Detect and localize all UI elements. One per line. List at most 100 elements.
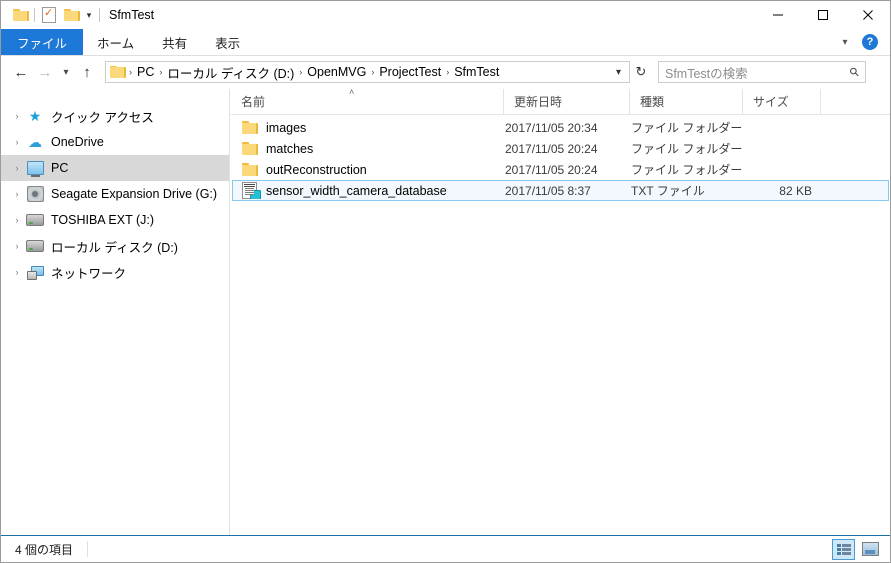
file-type: ファイル フォルダー <box>631 121 743 135</box>
forward-button[interactable]: → <box>33 60 57 84</box>
close-button[interactable] <box>845 1 890 29</box>
sort-ascending-icon: ˄ <box>349 87 355 97</box>
large-icons-view-icon <box>862 542 879 556</box>
external-drive-icon <box>25 186 45 202</box>
file-name-cell: images <box>233 121 505 135</box>
chevron-down-icon[interactable]: ▾ <box>836 37 854 48</box>
table-row[interactable]: images 2017/11/05 20:34 ファイル フォルダー <box>232 117 889 138</box>
file-name: matches <box>266 141 314 156</box>
chevron-right-icon[interactable]: › <box>9 111 25 121</box>
file-name: outReconstruction <box>266 162 367 177</box>
sidebar-item-quick-access[interactable]: › ★ クイック アクセス <box>1 103 229 129</box>
chevron-down-icon[interactable]: ▾ <box>608 67 629 78</box>
title-bar: ▾ SfmTest <box>1 1 890 29</box>
column-header-label: サイズ <box>753 95 789 109</box>
sidebar-item-label: PC <box>51 161 69 175</box>
recent-locations-icon[interactable]: ▾ <box>57 60 75 84</box>
column-header-label: 更新日時 <box>514 95 563 109</box>
network-icon <box>25 265 45 280</box>
tab-view[interactable]: 表示 <box>201 29 254 55</box>
refresh-icon[interactable]: ↻ <box>630 61 652 83</box>
chevron-right-icon[interactable]: › <box>9 241 25 251</box>
properties-icon[interactable] <box>38 4 60 26</box>
cloud-icon: ☁ <box>28 134 42 150</box>
status-divider <box>87 541 89 557</box>
sidebar-item-label: OneDrive <box>51 135 104 149</box>
back-button[interactable]: ← <box>9 60 33 84</box>
status-bar: 4 個の項目 <box>1 535 890 562</box>
file-explorer-window: ▾ SfmTest ファイル ホーム 共有 表示 ▾ ? ← → <box>0 0 891 563</box>
tab-file[interactable]: ファイル <box>1 29 84 55</box>
sidebar-item-network[interactable]: › ネットワーク <box>1 259 229 285</box>
drive-icon <box>25 214 45 226</box>
item-count-label: 4 個の項目 <box>15 542 74 557</box>
minimize-button[interactable] <box>755 1 800 29</box>
file-size: 82 KB <box>779 183 812 198</box>
breadcrumb-item-local-disk[interactable]: ローカル ディスク (D:) <box>163 63 298 82</box>
sidebar-item-seagate-expansion-drive[interactable]: › Seagate Expansion Drive (G:) <box>1 181 229 207</box>
search-placeholder: SfmTestの検索 <box>665 66 748 81</box>
toolbar-divider <box>99 8 100 22</box>
chevron-right-icon[interactable]: › <box>9 137 25 147</box>
toolbar-divider <box>34 8 35 22</box>
search-input[interactable]: SfmTestの検索 ⚲ <box>658 61 866 83</box>
explorer-body: › ★ クイック アクセス › ☁ OneDrive › PC › Seagat… <box>1 87 890 537</box>
chevron-right-icon[interactable]: › <box>9 189 25 199</box>
file-name: images <box>266 120 307 135</box>
details-view-icon <box>836 543 851 555</box>
column-header-name[interactable]: 名前 ˄ <box>231 87 504 114</box>
address-bar: ← → ▾ ↑ › PC › ローカル ディスク (D:) › OpenMVG … <box>1 56 890 88</box>
file-rows: images 2017/11/05 20:34 ファイル フォルダー match… <box>231 115 890 201</box>
folder-icon <box>110 65 126 79</box>
sidebar-item-label: Seagate Expansion Drive (G:) <box>51 187 218 201</box>
large-icons-view-button[interactable] <box>859 539 882 560</box>
help-icon[interactable]: ? <box>862 34 878 50</box>
up-button[interactable]: ↑ <box>75 60 99 84</box>
sidebar-item-label: ネットワーク <box>51 266 127 281</box>
file-date: 2017/11/05 8:37 <box>505 183 591 198</box>
file-list-pane: 名前 ˄ 更新日時 種類 サイズ images 2017/11/05 20:34… <box>231 87 890 537</box>
tab-home[interactable]: ホーム <box>83 29 148 55</box>
breadcrumb-item-pc[interactable]: PC <box>133 65 158 79</box>
file-name-cell: outReconstruction <box>233 163 505 177</box>
file-date: 2017/11/05 20:24 <box>505 141 598 156</box>
column-header-size[interactable]: サイズ <box>743 89 821 114</box>
folder-icon <box>242 163 260 176</box>
table-row[interactable]: matches 2017/11/05 20:24 ファイル フォルダー <box>232 138 889 159</box>
file-name-cell: sensor_width_camera_database <box>233 182 505 199</box>
chevron-right-icon[interactable]: › <box>9 267 25 277</box>
view-buttons <box>832 538 882 560</box>
quick-access-toolbar: ▾ SfmTest <box>1 1 154 29</box>
column-header-type[interactable]: 種類 <box>630 89 743 114</box>
breadcrumb-item-openmvg[interactable]: OpenMVG <box>303 65 370 79</box>
details-view-button[interactable] <box>832 538 855 560</box>
ribbon-right-controls: ▾ ? <box>836 29 884 55</box>
chevron-down-icon[interactable]: ▾ <box>82 10 96 21</box>
chevron-right-icon[interactable]: › <box>9 163 25 173</box>
file-name-cell: matches <box>233 142 505 156</box>
breadcrumb-item-projecttest[interactable]: ProjectTest <box>375 65 445 79</box>
table-row[interactable]: sensor_width_camera_database 2017/11/05 … <box>232 180 889 201</box>
table-row[interactable]: outReconstruction 2017/11/05 20:24 ファイル … <box>232 159 889 180</box>
star-icon: ★ <box>28 108 42 124</box>
file-type: ファイル フォルダー <box>631 163 743 177</box>
text-file-icon <box>242 182 261 199</box>
sidebar-item-pc[interactable]: › PC <box>1 155 229 181</box>
maximize-button[interactable] <box>800 1 845 29</box>
folder-icon[interactable] <box>9 4 31 26</box>
window-controls <box>755 1 890 29</box>
tab-share[interactable]: 共有 <box>148 29 201 55</box>
file-type: TXT ファイル <box>631 184 705 198</box>
sidebar-item-label: TOSHIBA EXT (J:) <box>51 213 155 227</box>
chevron-right-icon[interactable]: › <box>9 215 25 225</box>
window-title: SfmTest <box>109 8 155 22</box>
sidebar-item-onedrive[interactable]: › ☁ OneDrive <box>1 129 229 155</box>
breadcrumb-item-sfmtest[interactable]: SfmTest <box>450 65 503 79</box>
file-date: 2017/11/05 20:24 <box>505 162 598 177</box>
new-folder-icon[interactable] <box>60 4 82 26</box>
column-header-date[interactable]: 更新日時 <box>504 89 630 114</box>
file-type: ファイル フォルダー <box>631 142 743 156</box>
breadcrumb[interactable]: › PC › ローカル ディスク (D:) › OpenMVG › Projec… <box>105 61 630 83</box>
sidebar-item-toshiba-ext[interactable]: › TOSHIBA EXT (J:) <box>1 207 229 233</box>
sidebar-item-local-disk[interactable]: › ローカル ディスク (D:) <box>1 233 229 259</box>
